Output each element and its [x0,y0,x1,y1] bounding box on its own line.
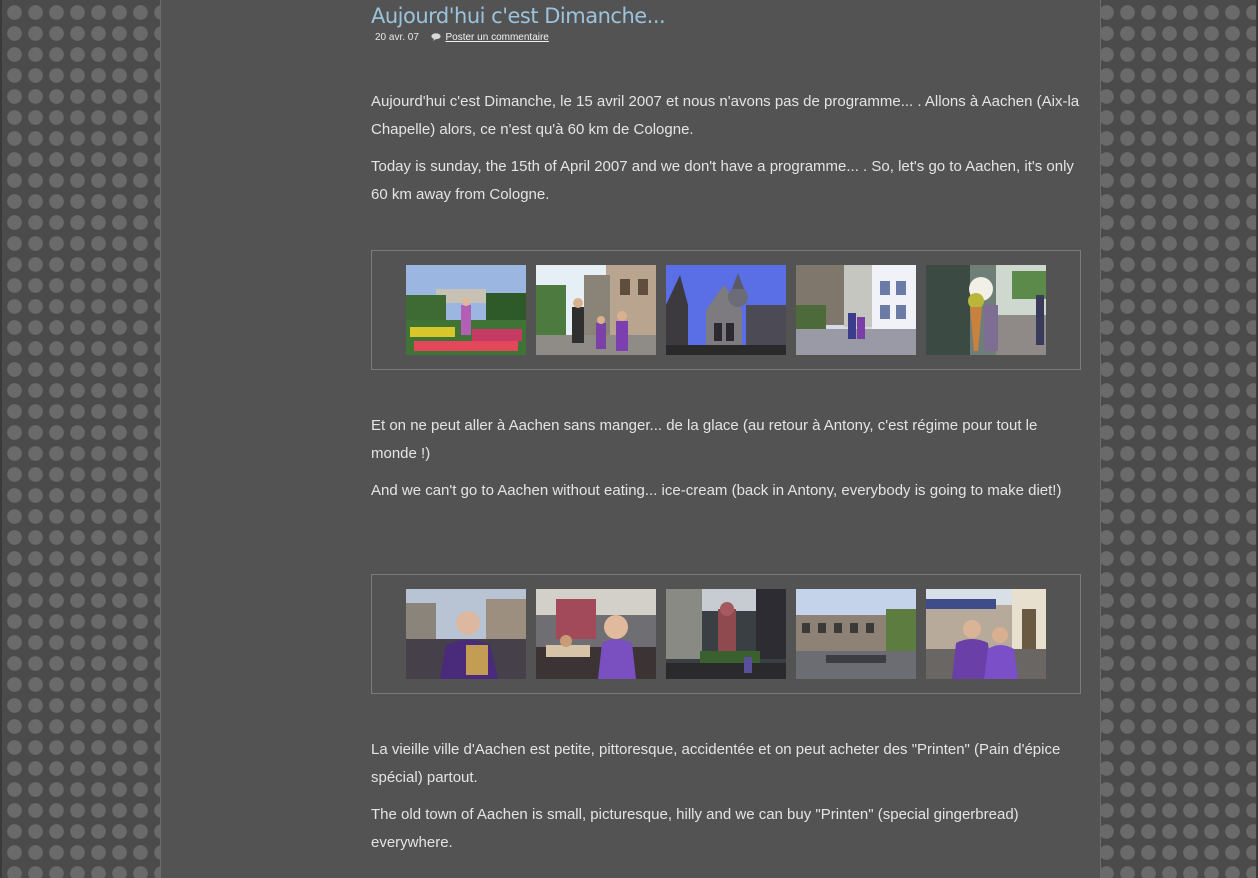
post-title[interactable]: Aujourd'hui c'est Dimanche... [371,4,666,28]
gallery-thumbnail[interactable] [536,589,656,679]
gallery-thumbnail[interactable] [926,589,1046,679]
post-date: 20 avr. 07 [375,32,419,43]
gallery-thumbnail[interactable] [666,589,786,679]
paragraph-french-icecream: Et on ne peut aller à Aachen sans manger… [371,417,1038,462]
paragraph-french-intro: Aujourd'hui c'est Dimanche, le 15 avril … [371,93,1080,138]
gallery-thumbnail[interactable] [406,265,526,355]
photo-gallery [371,574,1081,694]
post-comment-link[interactable]: Poster un commentaire [445,32,548,43]
gallery-thumbnail[interactable] [796,265,916,355]
paragraph-french-oldtown: La vieille ville d'Aachen est petite, pi… [371,741,1061,786]
photo-gallery [371,250,1081,370]
paragraph-english-oldtown: The old town of Aachen is small, picture… [371,806,1019,851]
paragraph-english-icecream: And we can't go to Aachen without eating… [371,482,1062,499]
gallery-thumbnail[interactable] [406,589,526,679]
page-left-border [0,0,2,878]
content-column: Aujourd'hui c'est Dimanche... 20 avr. 07… [160,0,1101,878]
gallery-thumbnail[interactable] [666,265,786,355]
gallery-thumbnail[interactable] [796,589,916,679]
post-meta: 20 avr. 07 Poster un commentaire [375,32,549,43]
gallery-thumbnail[interactable] [536,265,656,355]
paragraph-english-intro: Today is sunday, the 15th of April 2007 … [371,158,1074,203]
speech-bubble-icon [431,33,441,41]
gallery-thumbnail[interactable] [926,265,1046,355]
